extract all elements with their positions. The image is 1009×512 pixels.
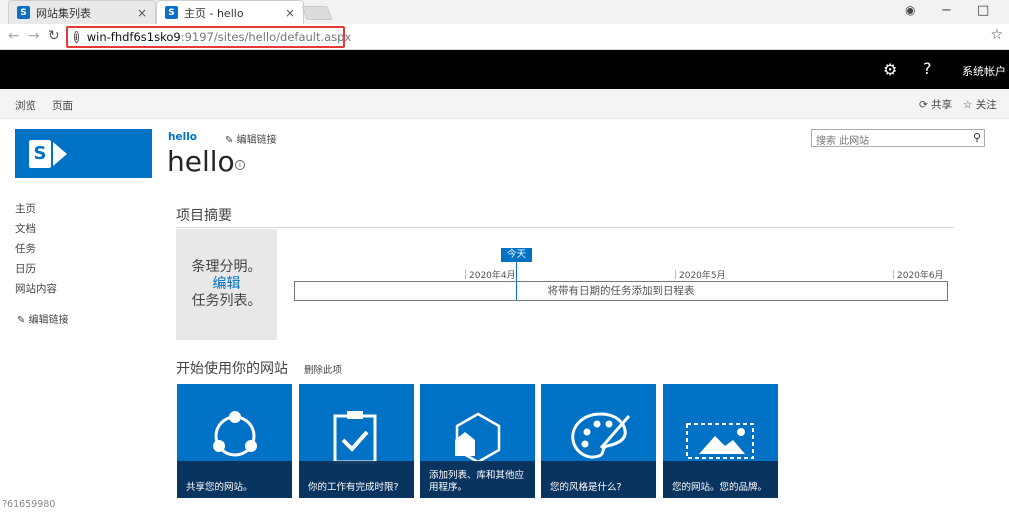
follow-button[interactable]: ☆ 关注 (963, 97, 997, 112)
nav-item-home[interactable]: 主页 (15, 202, 57, 222)
logo-arrow-icon (53, 141, 67, 166)
star-icon: ☆ (963, 99, 973, 111)
browser-tabstrip: S 网站集列表 × S 主页 - hello × ◉ − □ (0, 0, 1009, 24)
clipboard-check-icon (333, 411, 377, 464)
restore-button[interactable]: □ (977, 3, 989, 18)
browser-tab-home[interactable]: S 主页 - hello × (156, 0, 304, 24)
sharepoint-favicon-icon: S (165, 6, 178, 19)
tile-caption: 您的风格是什么? (550, 482, 622, 493)
nav-item-calendar[interactable]: 日历 (15, 262, 57, 282)
breadcrumb[interactable]: hello (168, 131, 197, 143)
site-logo[interactable]: S (15, 129, 152, 178)
ribbon-bar: 浏览 页面 ⟳ 共享 ☆ 关注 (0, 89, 1009, 119)
reload-icon[interactable]: ↻ (48, 28, 60, 44)
url-path: :9197/sites/hello/default.aspx (180, 30, 352, 44)
today-marker: 今天 (501, 248, 532, 262)
share-icon (213, 411, 257, 457)
tile-deadlines[interactable]: 你的工作有完成时限? (299, 384, 414, 498)
edit-links-label: 编辑链接 (236, 135, 277, 146)
summary-card: 条理分明。 编辑 任务列表。 (176, 229, 277, 340)
timeline-month-may: 2020年5月 (675, 268, 726, 281)
share-icon: ⟳ (919, 99, 928, 111)
suite-bar: ⚙ ? 系统帐户 (0, 50, 1009, 89)
bookmark-star-icon[interactable]: ☆ (990, 27, 1003, 43)
page-title: hello (167, 145, 235, 178)
info-icon[interactable]: i (235, 160, 245, 170)
pencil-icon: ✎ (17, 315, 26, 326)
minimize-button[interactable]: − (941, 3, 952, 18)
gear-icon[interactable]: ⚙ (883, 60, 897, 79)
follow-label: 关注 (975, 99, 997, 111)
back-arrow-icon[interactable]: ← (8, 28, 20, 44)
search-placeholder: 搜索 此网站 (816, 136, 870, 147)
timeline-month-apr: 2020年4月 (465, 268, 516, 281)
nav-item-documents[interactable]: 文档 (15, 222, 57, 242)
summary-edit-link[interactable]: 编辑 (176, 276, 277, 293)
search-input[interactable]: 搜索 此网站 ⚲ (811, 129, 985, 147)
palette-icon (571, 412, 631, 459)
edit-links-nav[interactable]: ✎ 编辑链接 (17, 311, 69, 326)
getting-started-title: 开始使用你的网站 (176, 361, 288, 377)
edit-links-label: 编辑链接 (28, 315, 69, 326)
url-host: win-fhdf6s1sko9 (86, 30, 181, 44)
tile-caption: 您的网站。您的品牌。 (672, 482, 768, 493)
tile-caption: 共享您的网站。 (186, 482, 253, 493)
summary-line1: 条理分明。 (191, 259, 262, 275)
tile-caption: 你的工作有完成时限? (308, 482, 399, 493)
help-icon[interactable]: ? (923, 59, 932, 78)
nav-item-site-contents[interactable]: 网站内容 (15, 282, 57, 302)
profile-icon[interactable]: ◉ (905, 3, 915, 17)
project-summary-title: 项目摘要 (176, 208, 232, 224)
tile-branding[interactable]: 您的网站。您的品牌。 (663, 384, 778, 498)
sharepoint-favicon-icon: S (17, 6, 30, 19)
tile-style[interactable]: 您的风格是什么? (541, 384, 656, 498)
share-button[interactable]: ⟳ 共享 (919, 97, 952, 112)
address-bar-row: ← → ↻ i win-fhdf6s1sko9:9197/sites/hello… (0, 24, 1009, 50)
tab-browse[interactable]: 浏览 (15, 98, 36, 113)
tab-title: 网站集列表 (36, 6, 91, 20)
browser-tab-site-collections[interactable]: S 网站集列表 × (8, 0, 156, 24)
timeline-month-jun: 2020年6月 (893, 268, 944, 281)
summary-line3: 任务列表。 (191, 293, 262, 309)
nav-item-tasks[interactable]: 任务 (15, 242, 57, 262)
search-icon[interactable]: ⚲ (973, 131, 981, 144)
remove-this-link[interactable]: 删除此项 (304, 362, 342, 376)
section-divider (176, 227, 954, 228)
tile-caption: 添加列表、库和其他应用程序。 (429, 470, 525, 493)
image-icon (686, 423, 754, 459)
account-name[interactable]: 系统帐户 (962, 63, 1006, 79)
info-icon[interactable]: i (74, 31, 79, 43)
close-icon[interactable]: × (285, 6, 295, 20)
tab-page[interactable]: 页面 (52, 98, 73, 113)
share-label: 共享 (931, 99, 953, 111)
watermark-id: ?61659980 (2, 499, 56, 510)
left-nav: 主页 文档 任务 日历 网站内容 (15, 202, 57, 302)
sharepoint-logo-icon: S (29, 139, 51, 168)
tile-share-site[interactable]: 共享您的网站。 (177, 384, 292, 498)
timeline-placeholder[interactable]: 将带有日期的任务添加到日程表 (294, 281, 948, 301)
app-hexagon-icon (455, 412, 501, 464)
new-tab-button[interactable] (301, 6, 333, 20)
tab-title: 主页 - hello (184, 6, 244, 20)
tile-add-apps[interactable]: 添加列表、库和其他应用程序。 (420, 384, 535, 498)
close-icon[interactable]: × (137, 6, 147, 20)
edit-links-top[interactable]: ✎ 编辑链接 (225, 131, 277, 146)
forward-arrow-icon[interactable]: → (28, 28, 40, 44)
url-input[interactable]: i win-fhdf6s1sko9:9197/sites/hello/defau… (66, 26, 351, 48)
